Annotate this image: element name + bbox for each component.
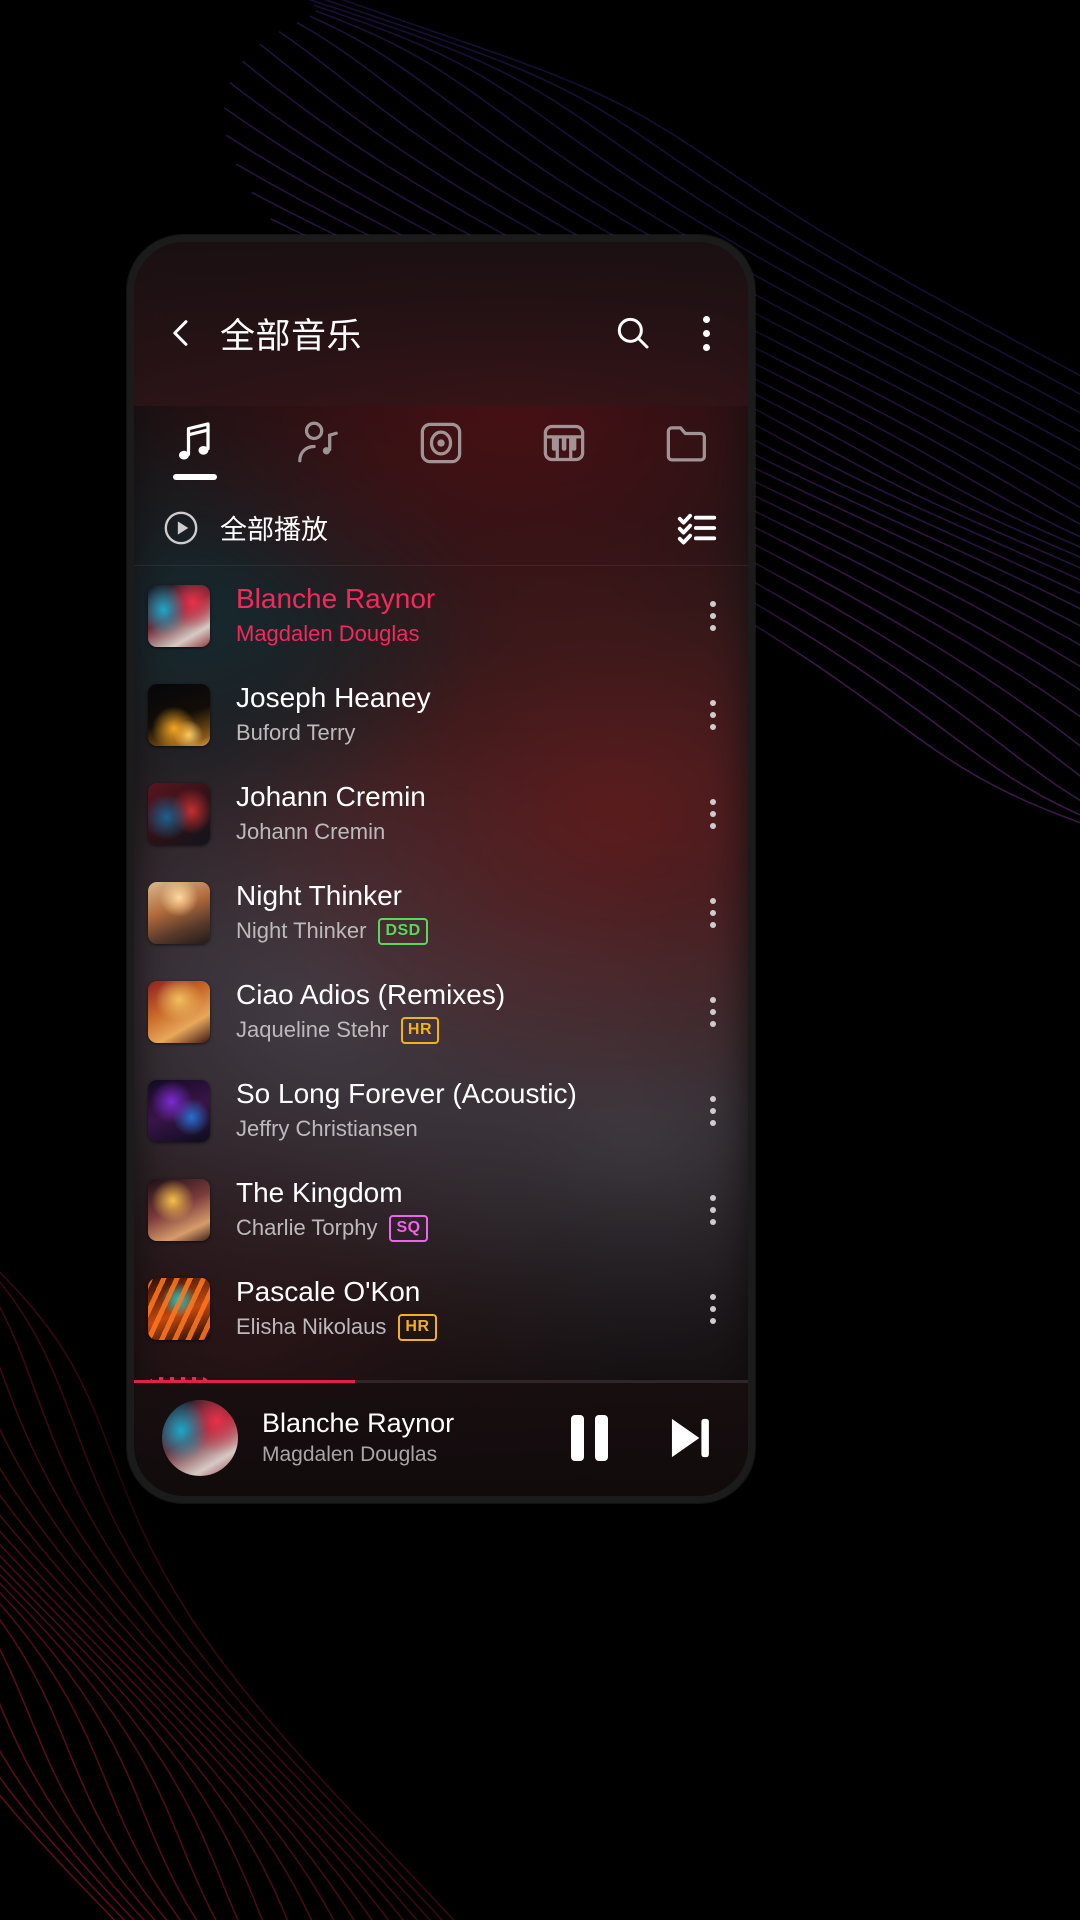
album-art (148, 980, 210, 1043)
table-row[interactable]: Joseph Heaney Buford Terry (134, 665, 748, 764)
quality-badge: DSD (378, 917, 428, 945)
row-more-vertical-icon[interactable] (698, 789, 728, 839)
mini-player-controls (565, 1407, 720, 1469)
play-circle-icon[interactable] (162, 509, 200, 547)
song-artist: Night Thinker (236, 918, 367, 943)
song-artist: Magdalen Douglas (236, 621, 420, 646)
song-artist-row: Elisha Nikolaus HR (236, 1312, 684, 1342)
more-vertical-icon[interactable] (695, 312, 718, 355)
song-title: Blanche Raynor (236, 583, 436, 614)
quality-badge: HR (398, 1313, 437, 1341)
piano-icon (543, 424, 585, 462)
album-art (148, 1178, 210, 1241)
song-artist: Charlie Torphy (236, 1215, 378, 1240)
tab-artists[interactable] (257, 394, 380, 492)
play-all-label: 全部播放 (220, 515, 328, 545)
row-more-vertical-icon[interactable] (698, 1284, 728, 1334)
song-title: Night Thinker (236, 880, 403, 911)
artist-icon (298, 421, 339, 463)
tab-genres[interactable] (502, 394, 625, 492)
row-more-vertical-icon[interactable] (698, 690, 728, 740)
phone-device-frame: 全部音乐 全部播放 Blanche Raynor Magdalen Dougla… (127, 235, 755, 1503)
song-meta: Blanche Raynor Magdalen Douglas (236, 582, 684, 649)
row-more-vertical-icon[interactable] (698, 987, 728, 1037)
song-artist-row: Jaqueline Stehr HR (236, 1015, 684, 1045)
song-list[interactable]: Blanche Raynor Magdalen Douglas Joseph Hea… (134, 566, 748, 1380)
app-bar-actions (613, 312, 718, 355)
table-row[interactable]: Pascale O'Kon Elisha Nikolaus HR (134, 1259, 748, 1358)
song-artist: Johann Cremin (236, 819, 386, 844)
table-row[interactable]: So Long Forever (Acoustic) Jeffry Christi… (134, 1061, 748, 1160)
table-row[interactable]: Ciao Adios (Remixes) Jaqueline Stehr HR (134, 962, 748, 1061)
album-art (148, 584, 210, 647)
table-row[interactable]: Blanche Raynor Magdalen Douglas (134, 566, 748, 665)
tab-albums[interactable] (380, 394, 503, 492)
play-all-bar[interactable]: 全部播放 (134, 490, 748, 566)
quality-badge: HR (400, 1016, 439, 1044)
mini-player-album-art (162, 1400, 238, 1476)
folder-icon (666, 426, 706, 462)
app-bar: 全部音乐 (134, 242, 748, 480)
table-row[interactable]: Ciao Adios (Remixes)Willis Osinski (134, 1358, 748, 1380)
album-art (148, 683, 210, 746)
row-more-vertical-icon[interactable] (698, 1185, 728, 1235)
song-title: Joseph Heaney (236, 682, 431, 713)
album-art (148, 881, 210, 944)
song-artist: Buford Terry (236, 720, 356, 745)
song-meta: Ciao Adios (Remixes) Jaqueline Stehr HR (236, 978, 684, 1045)
mini-player-bar[interactable]: Blanche Raynor Magdalen Douglas (134, 1380, 748, 1496)
quality-badge: SQ (389, 1214, 428, 1242)
album-art (148, 782, 210, 845)
song-meta: Pascale O'Kon Elisha Nikolaus HR (236, 1275, 684, 1342)
song-meta: Joseph Heaney Buford Terry (236, 681, 684, 748)
chevron-left-icon[interactable] (164, 316, 198, 350)
mini-player-artist: Magdalen Douglas (262, 1443, 438, 1466)
playback-progress-bar[interactable] (134, 1380, 748, 1383)
tab-active-indicator (173, 474, 218, 480)
skip-next-icon[interactable] (658, 1407, 720, 1469)
song-meta: Johann Cremin Johann Cremin (236, 780, 684, 847)
song-title: Pascale O'Kon (236, 1276, 421, 1307)
song-artist: Jaqueline Stehr (236, 1017, 389, 1042)
library-tab-bar (134, 394, 748, 492)
song-title: Ciao Adios (Remixes) (236, 979, 506, 1010)
mini-player-title: Blanche Raynor (262, 1408, 455, 1438)
pause-button[interactable] (565, 1409, 614, 1467)
song-artist-row: Buford Terry (236, 718, 684, 748)
album-art (148, 1079, 210, 1142)
music-note-icon (179, 422, 211, 460)
page-title: 全部音乐 (220, 316, 363, 356)
mini-player-meta: Blanche Raynor Magdalen Douglas (262, 1407, 547, 1469)
table-row[interactable]: Night Thinker Night Thinker DSD (134, 863, 748, 962)
song-title: So Long Forever (Acoustic) (236, 1078, 577, 1109)
phone-screen: 全部音乐 全部播放 Blanche Raynor Magdalen Dougla… (134, 242, 748, 1496)
table-row[interactable]: Johann Cremin Johann Cremin (134, 764, 748, 863)
album-art (148, 1277, 210, 1340)
tab-folders[interactable] (625, 394, 748, 492)
row-more-vertical-icon[interactable] (698, 591, 728, 641)
song-meta: Night Thinker Night Thinker DSD (236, 879, 684, 946)
song-artist-row: Magdalen Douglas (236, 619, 684, 649)
album-disc-icon (420, 422, 462, 464)
song-artist-row: Night Thinker DSD (236, 916, 684, 946)
song-artist: Elisha Nikolaus (236, 1314, 387, 1339)
checklist-icon[interactable] (674, 505, 720, 551)
search-icon[interactable] (613, 313, 653, 353)
table-row[interactable]: The Kingdom Charlie Torphy SQ (134, 1160, 748, 1259)
song-title: The Kingdom (236, 1177, 403, 1208)
song-meta: The Kingdom Charlie Torphy SQ (236, 1176, 684, 1243)
song-artist-row: Charlie Torphy SQ (236, 1213, 684, 1243)
row-more-vertical-icon[interactable] (698, 888, 728, 938)
song-artist-row: Johann Cremin (236, 817, 684, 847)
song-meta: So Long Forever (Acoustic) Jeffry Christi… (236, 1077, 684, 1144)
app-bar-title-row: 全部音乐 (134, 300, 748, 366)
song-artist: Jeffry Christiansen (236, 1116, 418, 1141)
song-artist-row: Jeffry Christiansen (236, 1114, 684, 1144)
song-title: Johann Cremin (236, 781, 426, 812)
row-more-vertical-icon[interactable] (698, 1086, 728, 1136)
tab-songs[interactable] (134, 394, 257, 492)
